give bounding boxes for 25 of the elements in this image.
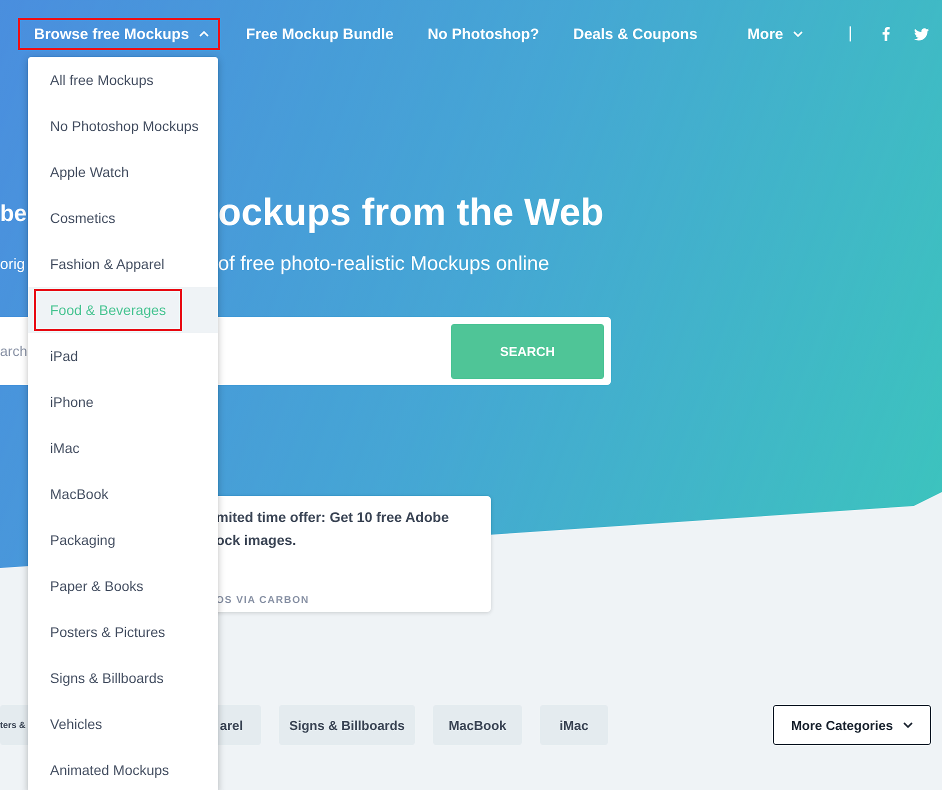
hero-subtitle-fragment: orig	[0, 256, 26, 272]
menu-item[interactable]: All free Mockups	[34, 59, 170, 101]
menu-item[interactable]: iMac	[34, 427, 96, 469]
menu-item[interactable]: Packaging	[34, 519, 132, 561]
category-chip[interactable]: MacBook	[433, 705, 522, 745]
more-categories-button[interactable]: More Categories	[773, 705, 931, 745]
menu-item[interactable]: MacBook	[34, 473, 124, 515]
menu-item[interactable]: No Photoshop Mockups	[34, 105, 215, 147]
menu-item[interactable]: Apple Watch	[34, 151, 145, 193]
menu-item[interactable]: Fashion & Apparel	[34, 243, 180, 285]
menu-item[interactable]: Animated Mockups	[34, 749, 186, 790]
hero-heading-fragment: be	[0, 200, 28, 226]
menu-item[interactable]: iPad	[34, 335, 94, 377]
nav-separator: |	[848, 25, 852, 43]
menu-item[interactable]: Posters & Pictures	[34, 611, 182, 653]
hero-subtitle: of free photo-realistic Mockups online	[218, 252, 550, 276]
category-chip[interactable]: Signs & Billboards	[279, 705, 415, 745]
hero-heading: ockups from the Web	[218, 192, 604, 234]
category-chip[interactable]: iMac	[540, 705, 608, 745]
menu-item[interactable]: Paper & Books	[34, 565, 160, 607]
search-field[interactable]: arch	[0, 343, 28, 359]
menu-item[interactable]: iPhone	[34, 381, 110, 423]
ad-text: mited time offer: Get 10 free Adobe	[216, 508, 450, 527]
menu-item[interactable]: Cosmetics	[34, 197, 132, 239]
menu-item[interactable]: Signs & Billboards	[34, 657, 180, 699]
